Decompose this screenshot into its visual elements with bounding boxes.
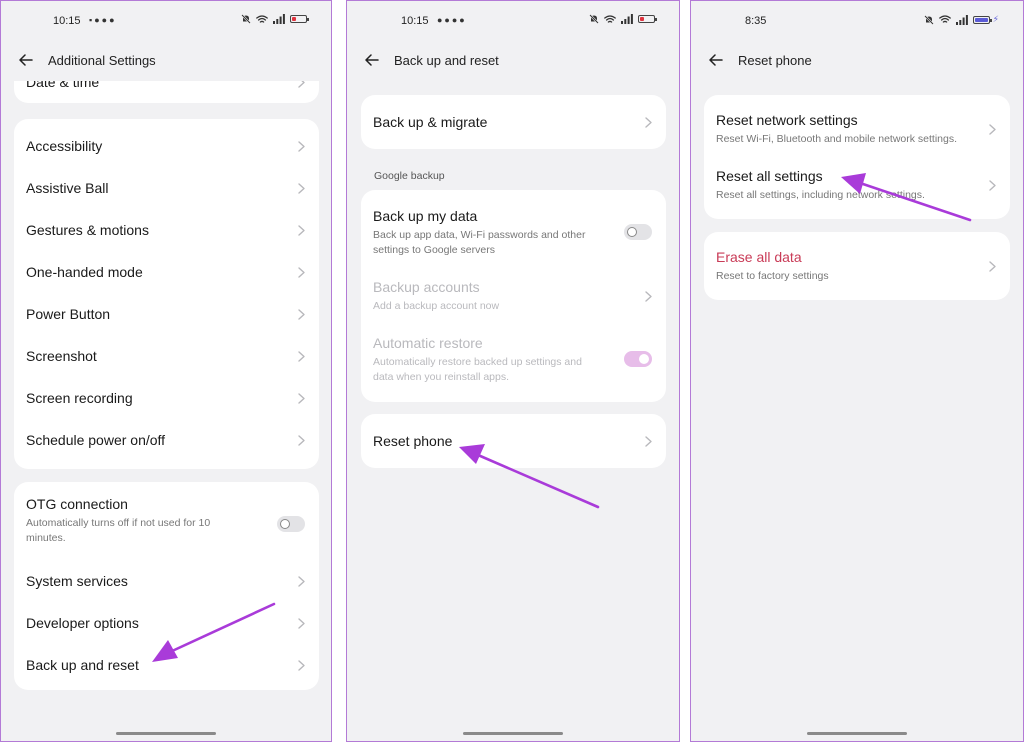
home-indicator (116, 732, 216, 735)
status-time: 10:15 (401, 15, 429, 27)
status-time: 10:15 (53, 15, 81, 27)
signal-icon (956, 15, 968, 25)
page-title: Reset phone (738, 52, 812, 68)
list-item-back-up-and-reset[interactable]: Back up and reset (26, 650, 307, 680)
section-label-google-backup: Google backup (374, 170, 445, 182)
chevron-right-icon (298, 225, 305, 236)
chevron-right-icon (298, 141, 305, 152)
chevron-right-icon (645, 291, 652, 302)
backup-data-toggle[interactable] (624, 224, 652, 240)
list-item-gestures-motions[interactable]: Gestures & motions (26, 215, 307, 245)
chevron-right-icon (298, 81, 305, 88)
back-up-and-reset-screen: 10:15 ●●●● Back up and reset Back up & m… (346, 0, 680, 742)
list-item-reset-network[interactable]: Reset network settings Reset Wi-Fi, Blue… (716, 112, 998, 148)
chevron-right-icon (298, 660, 305, 671)
chevron-right-icon (298, 393, 305, 404)
list-item-one-handed-mode[interactable]: One-handed mode (26, 257, 307, 287)
chevron-right-icon (298, 618, 305, 629)
chevron-right-icon (298, 351, 305, 362)
back-arrow-icon[interactable] (709, 54, 723, 66)
list-item-screen-recording[interactable]: Screen recording (26, 383, 307, 413)
back-arrow-icon[interactable] (365, 54, 379, 66)
battery-icon (638, 15, 657, 23)
reset-phone-screen: 8:35 ⚡ Reset phone Reset network setting… (690, 0, 1024, 742)
back-arrow-icon[interactable] (19, 54, 33, 66)
mute-bell-icon (924, 15, 934, 25)
list-item-automatic-restore[interactable]: Automatic restore Automatically restore … (373, 335, 654, 387)
app-header: Back up and reset (365, 49, 679, 71)
list-item-back-up-migrate[interactable]: Back up & migrate (373, 107, 654, 137)
chevron-right-icon (298, 309, 305, 320)
chevron-right-icon (645, 117, 652, 128)
chevron-right-icon (298, 183, 305, 194)
wifi-icon (939, 15, 951, 24)
reset-settings-card: Reset network settings Reset Wi-Fi, Blue… (704, 95, 1010, 219)
status-bar: 8:35 ⚡ (691, 1, 1023, 41)
signal-icon (273, 14, 285, 24)
home-indicator (463, 732, 563, 735)
erase-card: Erase all data Reset to factory settings (704, 232, 1010, 300)
list-item-system-services[interactable]: System services (26, 566, 307, 596)
notification-icons: ▪●●● (89, 15, 117, 25)
status-time: 8:35 (745, 15, 767, 27)
list-item-assistive-ball[interactable]: Assistive Ball (26, 173, 307, 203)
chevron-right-icon (645, 436, 652, 447)
wifi-icon (256, 15, 268, 24)
list-item-accessibility[interactable]: Accessibility (26, 131, 307, 161)
list-item-otg-connection[interactable]: OTG connection Automatically turns off i… (26, 496, 307, 556)
google-backup-card: Back up my data Back up app data, Wi-Fi … (361, 190, 666, 402)
list-item-reset-all-settings[interactable]: Reset all settings Reset all settings, i… (716, 168, 998, 204)
battery-icon (290, 15, 309, 23)
list-item-back-up-my-data[interactable]: Back up my data Back up app data, Wi-Fi … (373, 208, 654, 260)
page-title: Additional Settings (48, 52, 156, 68)
chevron-right-icon (298, 267, 305, 278)
list-item-schedule-power[interactable]: Schedule power on/off (26, 425, 307, 455)
list-item-backup-accounts[interactable]: Backup accounts Add a backup account now (373, 279, 654, 315)
status-bar: 10:15 ▪●●● (1, 1, 331, 41)
chevron-right-icon (298, 576, 305, 587)
additional-settings-screen: 10:15 ▪●●● Additional Settings Date & ti… (0, 0, 332, 742)
wifi-icon (604, 15, 616, 24)
reset-card: Reset phone (361, 414, 666, 468)
chevron-right-icon (989, 261, 996, 272)
otg-toggle[interactable] (277, 516, 305, 532)
home-indicator (807, 732, 907, 735)
chevron-right-icon (989, 124, 996, 135)
list-item-reset-phone[interactable]: Reset phone (373, 426, 654, 456)
list-item-power-button[interactable]: Power Button (26, 299, 307, 329)
settings-group-a: Accessibility Assistive Ball Gestures & … (14, 119, 319, 469)
list-item-screenshot[interactable]: Screenshot (26, 341, 307, 371)
notification-icons: ●●●● (437, 15, 467, 25)
app-header: Additional Settings (19, 49, 331, 71)
status-bar: 10:15 ●●●● (347, 1, 679, 41)
list-item-erase-all-data[interactable]: Erase all data Reset to factory settings (716, 249, 998, 285)
chevron-right-icon (298, 435, 305, 446)
page-title: Back up and reset (394, 52, 499, 68)
mute-bell-icon (241, 14, 251, 24)
list-item-date-time[interactable]: Date & time (26, 81, 307, 97)
app-header: Reset phone (709, 49, 1023, 71)
battery-icon (972, 15, 992, 24)
settings-group-b: OTG connection Automatically turns off i… (14, 482, 319, 690)
chevron-right-icon (989, 180, 996, 191)
list-item-developer-options[interactable]: Developer options (26, 608, 307, 638)
auto-restore-toggle[interactable] (624, 351, 652, 367)
charging-icon: ⚡ (992, 14, 999, 24)
partial-card: Date & time (14, 81, 319, 103)
mute-bell-icon (589, 14, 599, 24)
migrate-card: Back up & migrate (361, 95, 666, 149)
signal-icon (621, 14, 633, 24)
